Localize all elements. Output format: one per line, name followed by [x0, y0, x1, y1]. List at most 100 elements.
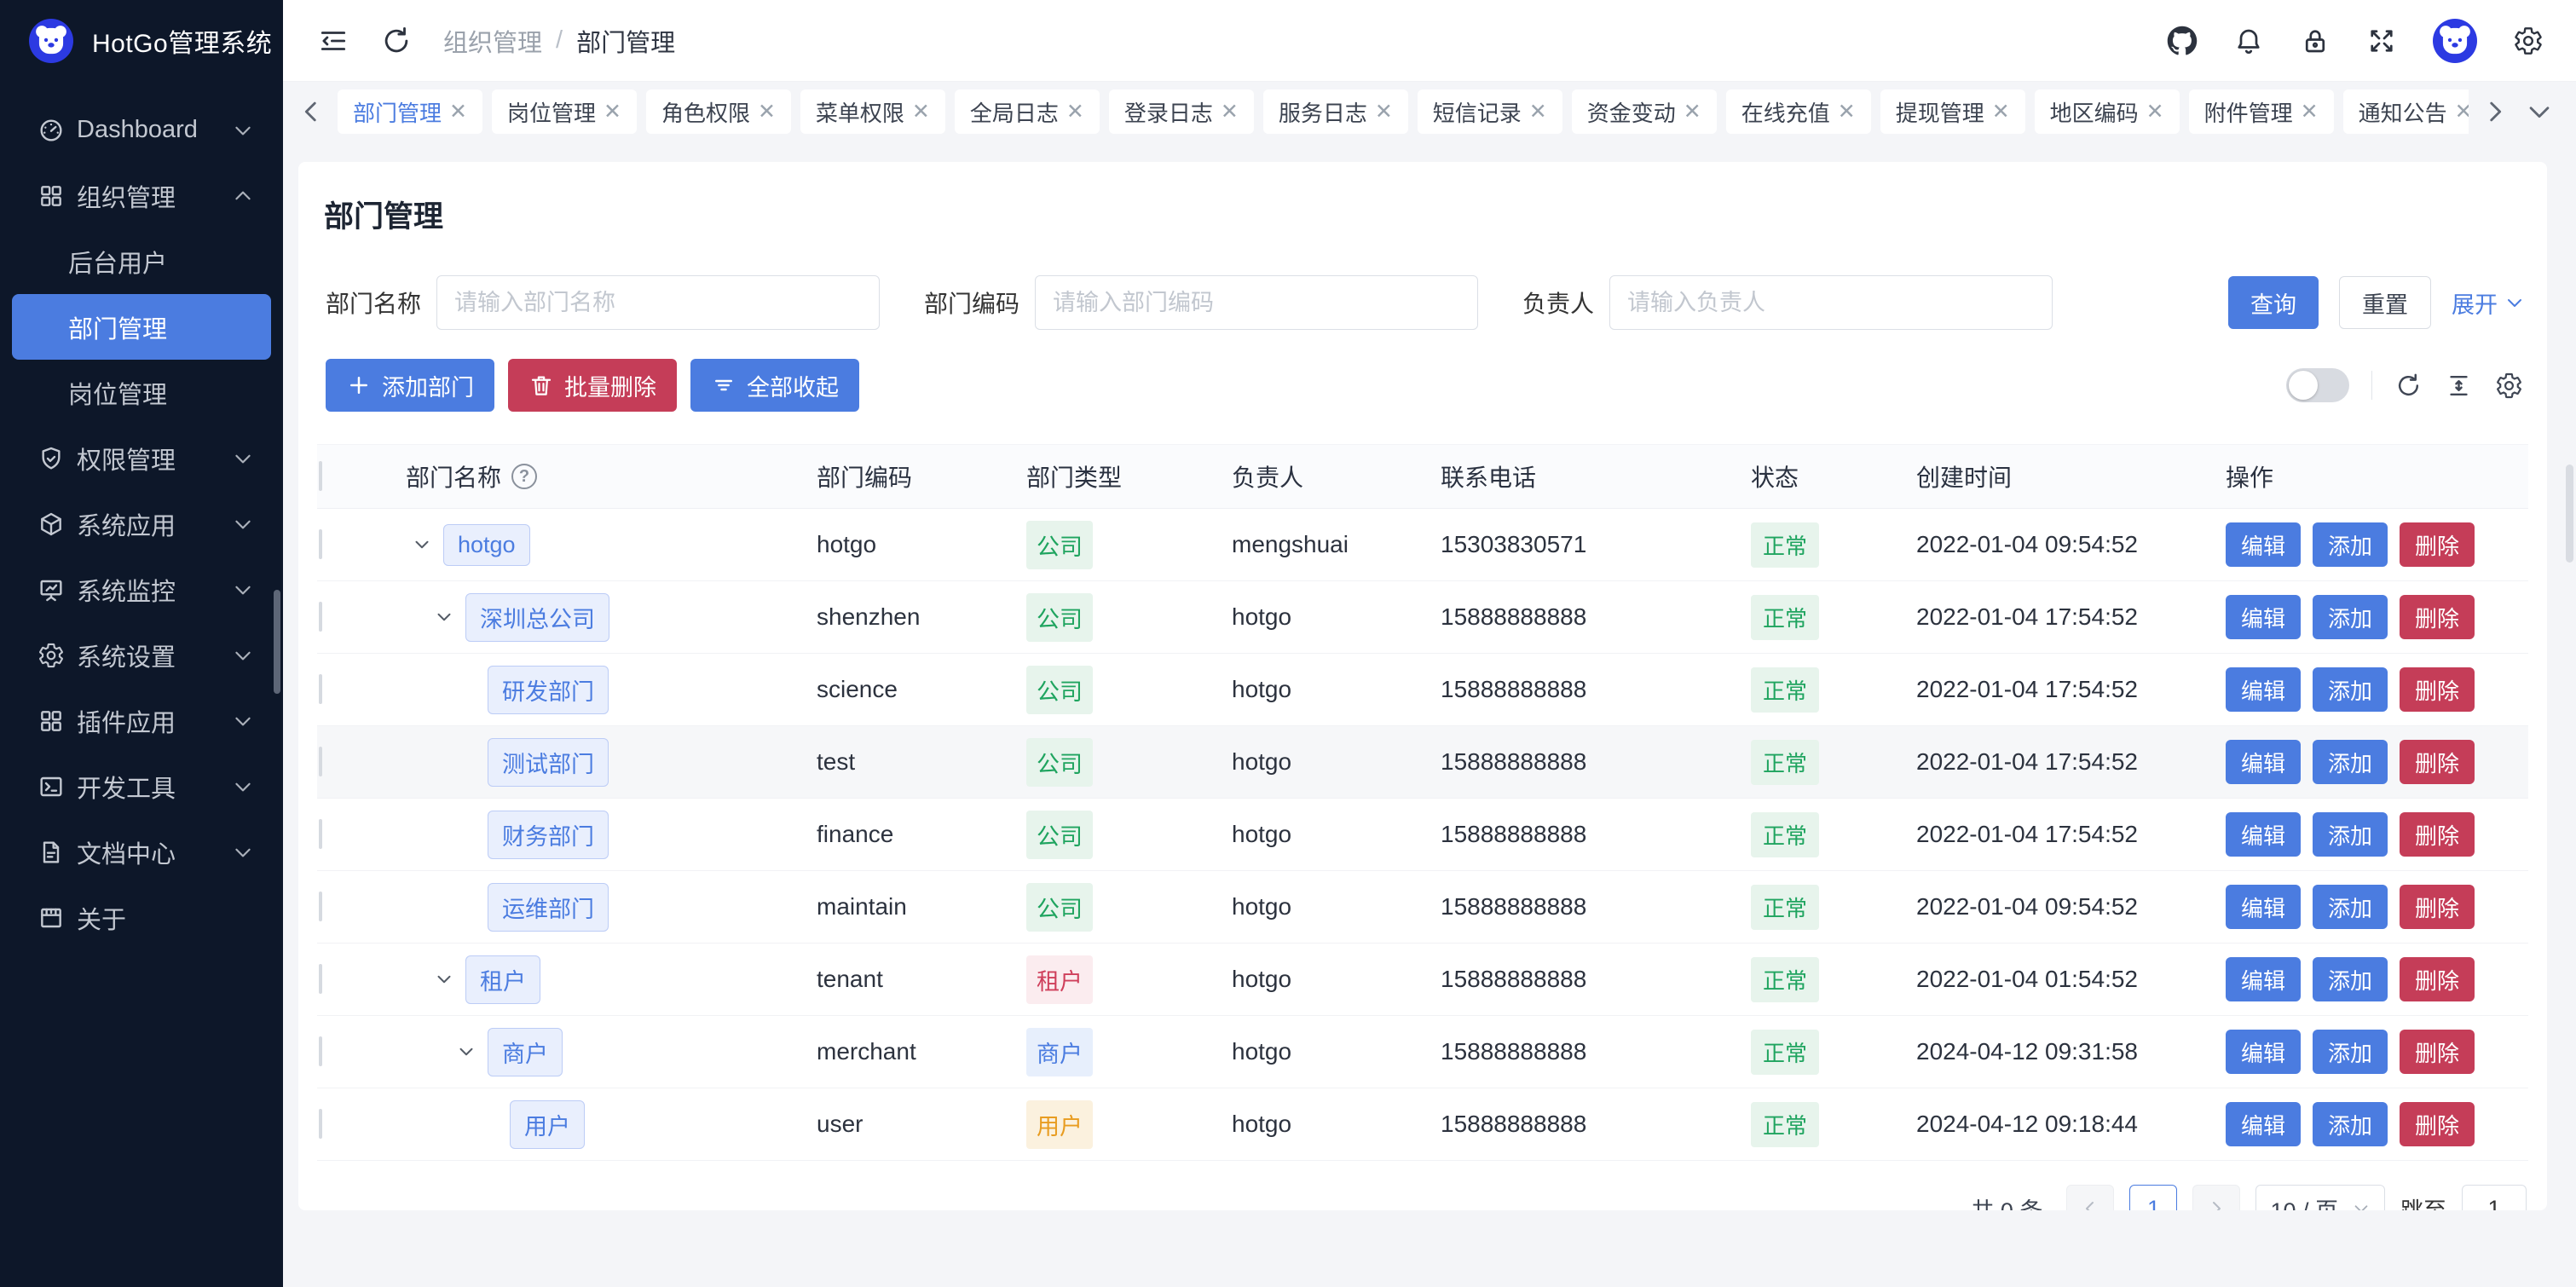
- tab-close-icon[interactable]: ✕: [758, 101, 776, 123]
- tab-close-icon[interactable]: ✕: [449, 101, 467, 123]
- sidebar-item-about[interactable]: 关于: [0, 885, 283, 950]
- dept-code-input[interactable]: [1035, 275, 1478, 330]
- tabs-scroll-right-icon[interactable]: [2481, 97, 2510, 126]
- sidebar-item-org-management[interactable]: 组织管理: [0, 163, 283, 228]
- dept-name-tag[interactable]: 租户: [465, 955, 540, 1004]
- dept-name-tag[interactable]: hotgo: [443, 524, 530, 566]
- table-refresh-icon[interactable]: [2394, 372, 2423, 400]
- owner-input[interactable]: [1609, 275, 2053, 330]
- edit-button[interactable]: 编辑: [2226, 667, 2301, 712]
- tab-close-icon[interactable]: ✕: [1838, 101, 1856, 123]
- user-avatar[interactable]: [2433, 19, 2477, 63]
- notification-bell-icon[interactable]: [2233, 26, 2264, 56]
- edit-button[interactable]: 编辑: [2226, 885, 2301, 929]
- tab-资金变动[interactable]: 资金变动✕: [1572, 89, 1717, 134]
- add-button[interactable]: 添加: [2313, 595, 2388, 639]
- collapse-all-button[interactable]: 全部收起: [690, 359, 859, 412]
- delete-button[interactable]: 删除: [2400, 595, 2475, 639]
- tree-expand-icon[interactable]: [411, 534, 433, 556]
- tab-close-icon[interactable]: ✕: [2146, 101, 2164, 123]
- select-all-checkbox[interactable]: [319, 461, 322, 491]
- sidebar-item-system-monitor[interactable]: 系统监控: [0, 557, 283, 622]
- edit-button[interactable]: 编辑: [2226, 740, 2301, 784]
- tab-close-icon[interactable]: ✕: [1529, 101, 1547, 123]
- expand-link[interactable]: 展开: [2452, 286, 2525, 320]
- row-checkbox[interactable]: [319, 964, 322, 994]
- tab-通知公告[interactable]: 通知公告✕: [2343, 89, 2469, 134]
- tab-角色权限[interactable]: 角色权限✕: [646, 89, 791, 134]
- jump-to-input[interactable]: [2462, 1185, 2527, 1210]
- add-button[interactable]: 添加: [2313, 957, 2388, 1001]
- tree-expand-icon[interactable]: [433, 606, 455, 628]
- delete-button[interactable]: 删除: [2400, 885, 2475, 929]
- delete-button[interactable]: 删除: [2400, 1102, 2475, 1146]
- prev-page-button[interactable]: [2066, 1185, 2114, 1210]
- reset-button[interactable]: 重置: [2339, 276, 2431, 329]
- tree-expand-icon[interactable]: [433, 968, 455, 990]
- sidebar-item-system-settings[interactable]: 系统设置: [0, 622, 283, 688]
- dept-name-tag[interactable]: 测试部门: [488, 738, 609, 787]
- delete-button[interactable]: 删除: [2400, 522, 2475, 567]
- tab-close-icon[interactable]: ✕: [1684, 101, 1701, 123]
- add-dept-button[interactable]: 添加部门: [326, 359, 494, 412]
- add-button[interactable]: 添加: [2313, 667, 2388, 712]
- sidebar-item-backend-users[interactable]: 后台用户: [12, 228, 271, 294]
- dept-name-input[interactable]: [436, 275, 880, 330]
- breadcrumb-section[interactable]: 组织管理: [443, 23, 542, 59]
- edit-button[interactable]: 编辑: [2226, 1030, 2301, 1074]
- tab-岗位管理[interactable]: 岗位管理✕: [492, 89, 637, 134]
- row-checkbox[interactable]: [319, 747, 322, 776]
- tab-附件管理[interactable]: 附件管理✕: [2189, 89, 2334, 134]
- tab-服务日志[interactable]: 服务日志✕: [1263, 89, 1408, 134]
- tab-地区编码[interactable]: 地区编码✕: [2035, 89, 2180, 134]
- edit-button[interactable]: 编辑: [2226, 1102, 2301, 1146]
- tab-菜单权限[interactable]: 菜单权限✕: [800, 89, 945, 134]
- sidebar-item-dept-management[interactable]: 部门管理: [12, 294, 271, 360]
- add-button[interactable]: 添加: [2313, 812, 2388, 857]
- row-checkbox[interactable]: [319, 892, 322, 921]
- app-logo[interactable]: HotGo管理系统: [0, 0, 283, 82]
- tab-close-icon[interactable]: ✕: [2455, 101, 2469, 123]
- delete-button[interactable]: 删除: [2400, 957, 2475, 1001]
- tab-部门管理[interactable]: 部门管理✕: [338, 89, 482, 134]
- delete-button[interactable]: 删除: [2400, 740, 2475, 784]
- tab-close-icon[interactable]: ✕: [604, 101, 621, 123]
- delete-button[interactable]: 删除: [2400, 667, 2475, 712]
- tab-登录日志[interactable]: 登录日志✕: [1109, 89, 1254, 134]
- sidebar-collapse-icon[interactable]: [317, 25, 349, 57]
- tree-expand-icon[interactable]: [455, 1041, 477, 1063]
- sidebar-scrollbar[interactable]: [274, 590, 280, 694]
- striped-toggle[interactable]: [2286, 368, 2349, 402]
- edit-button[interactable]: 编辑: [2226, 595, 2301, 639]
- sidebar-item-plugin-apps[interactable]: 插件应用: [0, 688, 283, 753]
- tab-close-icon[interactable]: ✕: [1221, 101, 1239, 123]
- sidebar-item-system-apps[interactable]: 系统应用: [0, 491, 283, 557]
- delete-button[interactable]: 删除: [2400, 1030, 2475, 1074]
- column-settings-gear-icon[interactable]: [2495, 372, 2523, 400]
- edit-button[interactable]: 编辑: [2226, 522, 2301, 567]
- github-icon[interactable]: [2167, 26, 2198, 56]
- tab-在线充值[interactable]: 在线充值✕: [1726, 89, 1871, 134]
- dept-name-tag[interactable]: 研发部门: [488, 666, 609, 714]
- add-button[interactable]: 添加: [2313, 885, 2388, 929]
- batch-delete-button[interactable]: 批量删除: [508, 359, 677, 412]
- edit-button[interactable]: 编辑: [2226, 957, 2301, 1001]
- tabs-dropdown-icon[interactable]: [2525, 97, 2554, 126]
- tab-close-icon[interactable]: ✕: [912, 101, 930, 123]
- query-button[interactable]: 查询: [2228, 276, 2319, 329]
- tab-close-icon[interactable]: ✕: [1066, 101, 1084, 123]
- sidebar-item-dashboard[interactable]: Dashboard: [0, 97, 283, 163]
- row-checkbox[interactable]: [319, 529, 322, 559]
- dept-name-tag[interactable]: 商户: [488, 1028, 563, 1076]
- sidebar-item-doc-center[interactable]: 文档中心: [0, 819, 283, 885]
- current-page-button[interactable]: 1: [2129, 1185, 2177, 1210]
- delete-button[interactable]: 删除: [2400, 812, 2475, 857]
- edit-button[interactable]: 编辑: [2226, 812, 2301, 857]
- sidebar-item-post-management[interactable]: 岗位管理: [12, 360, 271, 425]
- add-button[interactable]: 添加: [2313, 522, 2388, 567]
- row-checkbox[interactable]: [319, 674, 322, 704]
- tab-全局日志[interactable]: 全局日志✕: [955, 89, 1100, 134]
- row-checkbox[interactable]: [319, 1109, 322, 1139]
- next-page-button[interactable]: [2192, 1185, 2240, 1210]
- page-size-select[interactable]: 10 / 页: [2255, 1185, 2385, 1210]
